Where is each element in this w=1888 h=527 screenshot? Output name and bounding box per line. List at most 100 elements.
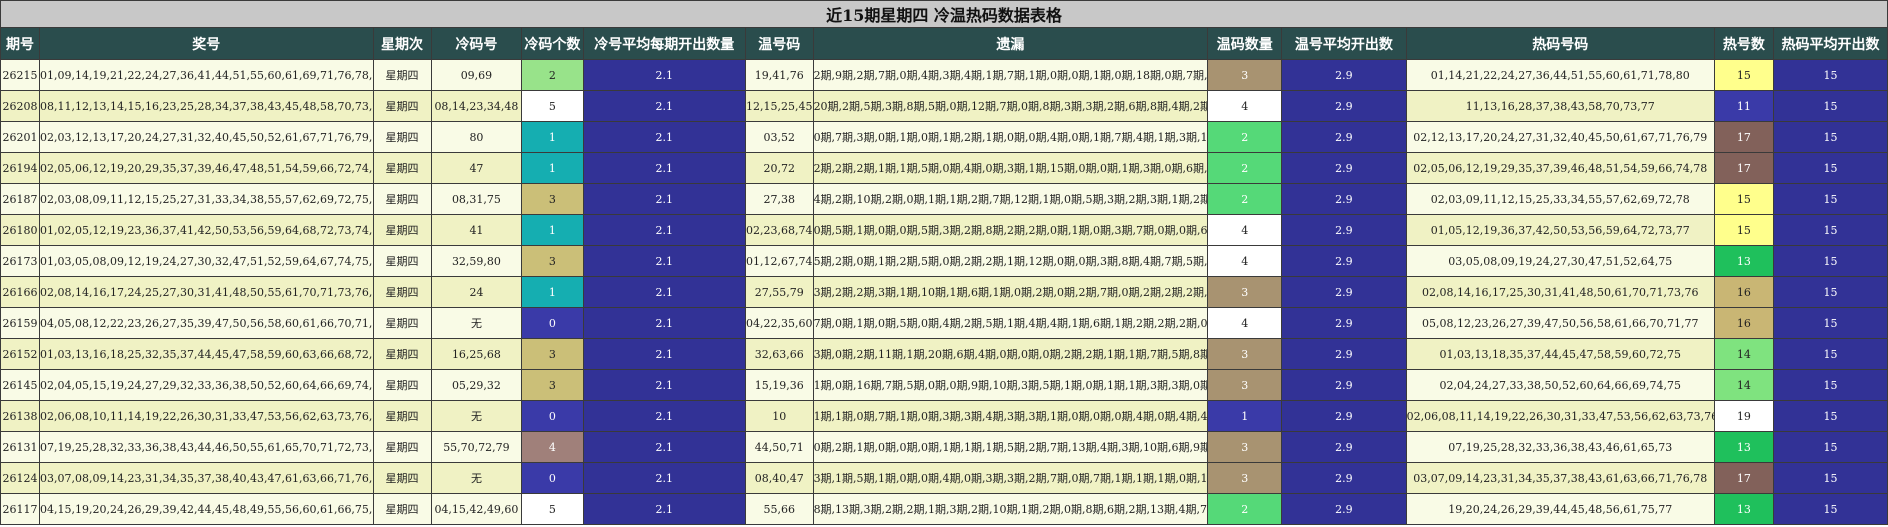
header-missing: 遗漏 xyxy=(812,27,1209,60)
cell-hot-count: 17 xyxy=(1713,462,1774,494)
cell-hot-avg: 15 xyxy=(1772,152,1888,184)
cell-weekday: 星期四 xyxy=(372,152,432,184)
cell-warm-avg: 2.9 xyxy=(1281,152,1407,184)
cell-numbers: 02,04,05,15,19,24,27,29,32,33,36,38,50,5… xyxy=(39,369,374,401)
cell-warm-count: 3 xyxy=(1207,462,1283,494)
cell-hot-numbers: 11,13,16,28,37,38,43,58,70,73,77 xyxy=(1405,90,1715,122)
cell-cold-avg: 2.1 xyxy=(582,183,747,215)
cell-hot-count: 13 xyxy=(1713,245,1774,277)
cell-issue: 26152 xyxy=(0,338,41,370)
cell-hot-avg: 15 xyxy=(1772,183,1888,215)
cell-warm-numbers: 44,50,71 xyxy=(745,431,814,463)
cell-warm-numbers: 15,19,36 xyxy=(745,369,814,401)
cell-warm-avg: 2.9 xyxy=(1281,431,1407,463)
cell-weekday: 星期四 xyxy=(372,59,432,91)
cell-cold-avg: 2.1 xyxy=(582,369,747,401)
cell-hot-numbers: 01,14,21,22,24,27,36,44,51,55,60,61,71,7… xyxy=(1405,59,1715,91)
cell-cold-avg: 2.1 xyxy=(582,121,747,153)
cell-warm-avg: 2.9 xyxy=(1281,493,1407,525)
cell-cold-numbers: 08,14,23,34,48 xyxy=(430,90,523,122)
cell-warm-numbers: 27,38 xyxy=(745,183,814,215)
cell-weekday: 星期四 xyxy=(372,183,432,215)
cell-missing: 0期,5期,1期,0期,0期,5期,3期,2期,8期,2期,2期,0期,1期,0… xyxy=(812,214,1209,246)
cell-issue: 26117 xyxy=(0,493,41,525)
cell-warm-numbers: 27,55,79 xyxy=(745,276,814,308)
cell-hot-count: 15 xyxy=(1713,214,1774,246)
cell-issue: 26194 xyxy=(0,152,41,184)
header-warm-avg: 温号平均开出数 xyxy=(1281,27,1407,60)
cell-warm-numbers: 03,52 xyxy=(745,121,814,153)
table-body: 26215 01,09,14,19,21,22,24,27,36,41,44,51… xyxy=(0,59,1888,525)
cell-warm-avg: 2.9 xyxy=(1281,183,1407,215)
cell-warm-count: 4 xyxy=(1207,214,1283,246)
header-hot: 热码号码 xyxy=(1405,27,1715,60)
cell-warm-numbers: 20,72 xyxy=(745,152,814,184)
cell-warm-count: 4 xyxy=(1207,90,1283,122)
cell-cold-numbers: 05,29,32 xyxy=(430,369,523,401)
cell-cold-avg: 2.1 xyxy=(582,338,747,370)
cell-warm-numbers: 12,15,25,45 xyxy=(745,90,814,122)
cell-issue: 26208 xyxy=(0,90,41,122)
cell-numbers: 01,03,05,08,09,12,19,24,27,30,32,47,51,5… xyxy=(39,245,374,277)
cell-cold-avg: 2.1 xyxy=(582,214,747,246)
cell-weekday: 星期四 xyxy=(372,338,432,370)
cell-hot-count: 19 xyxy=(1713,400,1774,432)
table-row: 26152 01,03,13,16,18,25,32,35,37,44,45,47… xyxy=(0,338,1888,370)
cell-hot-avg: 15 xyxy=(1772,90,1888,122)
cell-warm-numbers: 55,66 xyxy=(745,493,814,525)
cell-missing: 3期,0期,2期,11期,1期,20期,6期,4期,0期,0期,0期,2期,2期… xyxy=(812,338,1209,370)
cell-weekday: 星期四 xyxy=(372,121,432,153)
cell-numbers: 01,03,13,16,18,25,32,35,37,44,45,47,58,5… xyxy=(39,338,374,370)
cell-numbers: 01,02,05,12,19,23,36,37,41,42,50,53,56,5… xyxy=(39,214,374,246)
cell-cold-count: 5 xyxy=(521,493,584,525)
cell-cold-numbers: 47 xyxy=(430,152,523,184)
cell-cold-count: 0 xyxy=(521,307,584,339)
cell-numbers: 02,06,08,10,11,14,19,22,26,30,31,33,47,5… xyxy=(39,400,374,432)
cell-warm-count: 2 xyxy=(1207,493,1283,525)
cell-hot-count: 14 xyxy=(1713,369,1774,401)
cell-warm-avg: 2.9 xyxy=(1281,338,1407,370)
cell-warm-avg: 2.9 xyxy=(1281,276,1407,308)
cell-hot-numbers: 03,05,08,09,19,24,27,30,47,51,52,64,75 xyxy=(1405,245,1715,277)
cell-cold-avg: 2.1 xyxy=(582,400,747,432)
cell-issue: 26138 xyxy=(0,400,41,432)
cell-cold-avg: 2.1 xyxy=(582,462,747,494)
cell-hot-count: 17 xyxy=(1713,121,1774,153)
cell-cold-count: 3 xyxy=(521,245,584,277)
cell-hot-count: 15 xyxy=(1713,183,1774,215)
header-warm: 温号码 xyxy=(745,27,814,60)
cell-warm-avg: 2.9 xyxy=(1281,214,1407,246)
cell-issue: 26131 xyxy=(0,431,41,463)
cell-weekday: 星期四 xyxy=(372,369,432,401)
cell-warm-count: 4 xyxy=(1207,307,1283,339)
cell-weekday: 星期四 xyxy=(372,431,432,463)
cell-numbers: 04,05,08,12,22,23,26,27,35,39,47,50,56,5… xyxy=(39,307,374,339)
cell-cold-numbers: 24 xyxy=(430,276,523,308)
cell-cold-numbers: 16,25,68 xyxy=(430,338,523,370)
cell-cold-count: 5 xyxy=(521,90,584,122)
cell-weekday: 星期四 xyxy=(372,276,432,308)
cell-cold-numbers: 无 xyxy=(430,400,523,432)
data-table: 近15期星期四 冷温热码数据表格 期号 奖号 星期次 冷码号 冷码个数 冷号平均… xyxy=(0,0,1888,525)
cell-cold-count: 3 xyxy=(521,183,584,215)
cell-numbers: 04,15,19,20,24,26,29,39,42,44,45,48,49,5… xyxy=(39,493,374,525)
cell-warm-count: 3 xyxy=(1207,431,1283,463)
cell-hot-count: 13 xyxy=(1713,493,1774,525)
cell-issue: 26215 xyxy=(0,59,41,91)
cell-cold-avg: 2.1 xyxy=(582,245,747,277)
cell-missing: 1期,0期,16期,7期,5期,0期,0期,9期,10期,3期,5期,1期,0期… xyxy=(812,369,1209,401)
cell-cold-avg: 2.1 xyxy=(582,90,747,122)
table-row: 26131 07,19,25,28,32,33,36,38,43,44,46,50… xyxy=(0,431,1888,463)
cell-cold-count: 1 xyxy=(521,121,584,153)
cell-warm-numbers: 08,40,47 xyxy=(745,462,814,494)
header-issue: 期号 xyxy=(0,27,41,60)
cell-warm-count: 2 xyxy=(1207,152,1283,184)
cell-numbers: 01,09,14,19,21,22,24,27,36,41,44,51,55,6… xyxy=(39,59,374,91)
cell-missing: 2期,2期,2期,1期,1期,5期,0期,4期,0期,3期,1期,15期,0期,… xyxy=(812,152,1209,184)
cell-cold-numbers: 80 xyxy=(430,121,523,153)
cell-numbers: 02,08,14,16,17,24,25,27,30,31,41,48,50,5… xyxy=(39,276,374,308)
cell-hot-avg: 15 xyxy=(1772,400,1888,432)
cell-cold-avg: 2.1 xyxy=(582,152,747,184)
cell-missing: 1期,1期,0期,7期,1期,0期,3期,3期,4期,3期,3期,1期,0期,0… xyxy=(812,400,1209,432)
cell-hot-numbers: 02,06,08,11,14,19,22,26,30,31,33,47,53,5… xyxy=(1405,400,1715,432)
